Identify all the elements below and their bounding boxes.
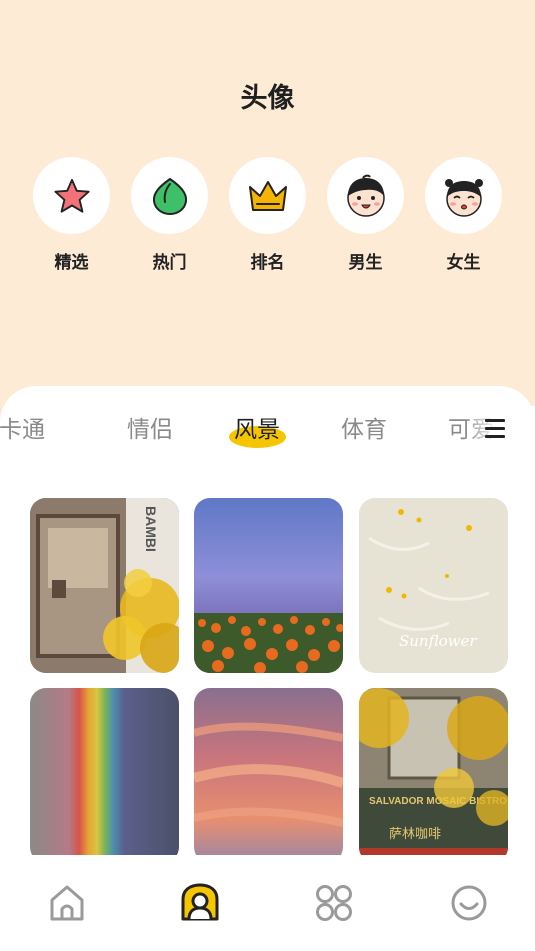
grid-icon [316, 885, 352, 921]
nav-home[interactable] [47, 883, 87, 923]
avatar-thumb-rainbow[interactable] [30, 688, 179, 863]
handwriting-text: Sunflower [399, 632, 477, 650]
avatar-thumb-purple-sky[interactable] [194, 498, 343, 673]
star-icon [53, 178, 90, 213]
menu-icon[interactable] [485, 419, 507, 439]
category-ranking[interactable]: 排名 [229, 157, 306, 273]
tab-couple[interactable]: 情侣 [127, 410, 173, 444]
avatar-thumb-bistro[interactable]: SALVADOR MOSAIC BISTRO 萨林咖啡 [359, 688, 508, 863]
nav-me[interactable] [449, 883, 489, 923]
tab-sports[interactable]: 体育 [341, 410, 387, 444]
category-row: 精选 热门 排名 男生 女生 [33, 157, 503, 277]
category-hot[interactable]: 热门 [131, 157, 208, 273]
tab-cartoon[interactable]: 卡通 [0, 410, 45, 444]
girl-face-icon [444, 178, 483, 217]
category-label: 热门 [152, 253, 187, 273]
category-label: 男生 [348, 253, 383, 273]
avatar-thumb-cafe[interactable]: BAMBI [30, 498, 179, 673]
leaf-icon [152, 177, 187, 215]
category-featured[interactable]: 精选 [33, 157, 110, 273]
avatar-thumb-sunset[interactable] [194, 688, 343, 863]
category-label: 女生 [446, 253, 481, 273]
sign-text-cn: 萨林咖啡 [389, 827, 441, 842]
boy-face-icon [346, 174, 385, 217]
crown-icon [248, 180, 287, 211]
sign-text: BAMBI [143, 506, 159, 552]
nav-avatar[interactable] [180, 883, 220, 923]
page-title: 头像 [240, 83, 295, 114]
tab-bar: 卡通 情侣 风景 体育 可爱 [0, 386, 535, 466]
category-label: 精选 [54, 253, 89, 273]
smile-icon [451, 885, 487, 921]
tab-scenery[interactable]: 风景 [234, 410, 280, 444]
category-girls[interactable]: 女生 [425, 157, 502, 273]
category-boys[interactable]: 男生 [327, 157, 404, 273]
bottom-nav [0, 855, 535, 951]
nav-discover[interactable] [314, 883, 354, 923]
avatar-icon [181, 883, 219, 921]
home-icon [50, 885, 84, 921]
category-label: 排名 [250, 253, 285, 273]
avatar-thumb-cream-wall[interactable]: Sunflower [359, 498, 508, 673]
